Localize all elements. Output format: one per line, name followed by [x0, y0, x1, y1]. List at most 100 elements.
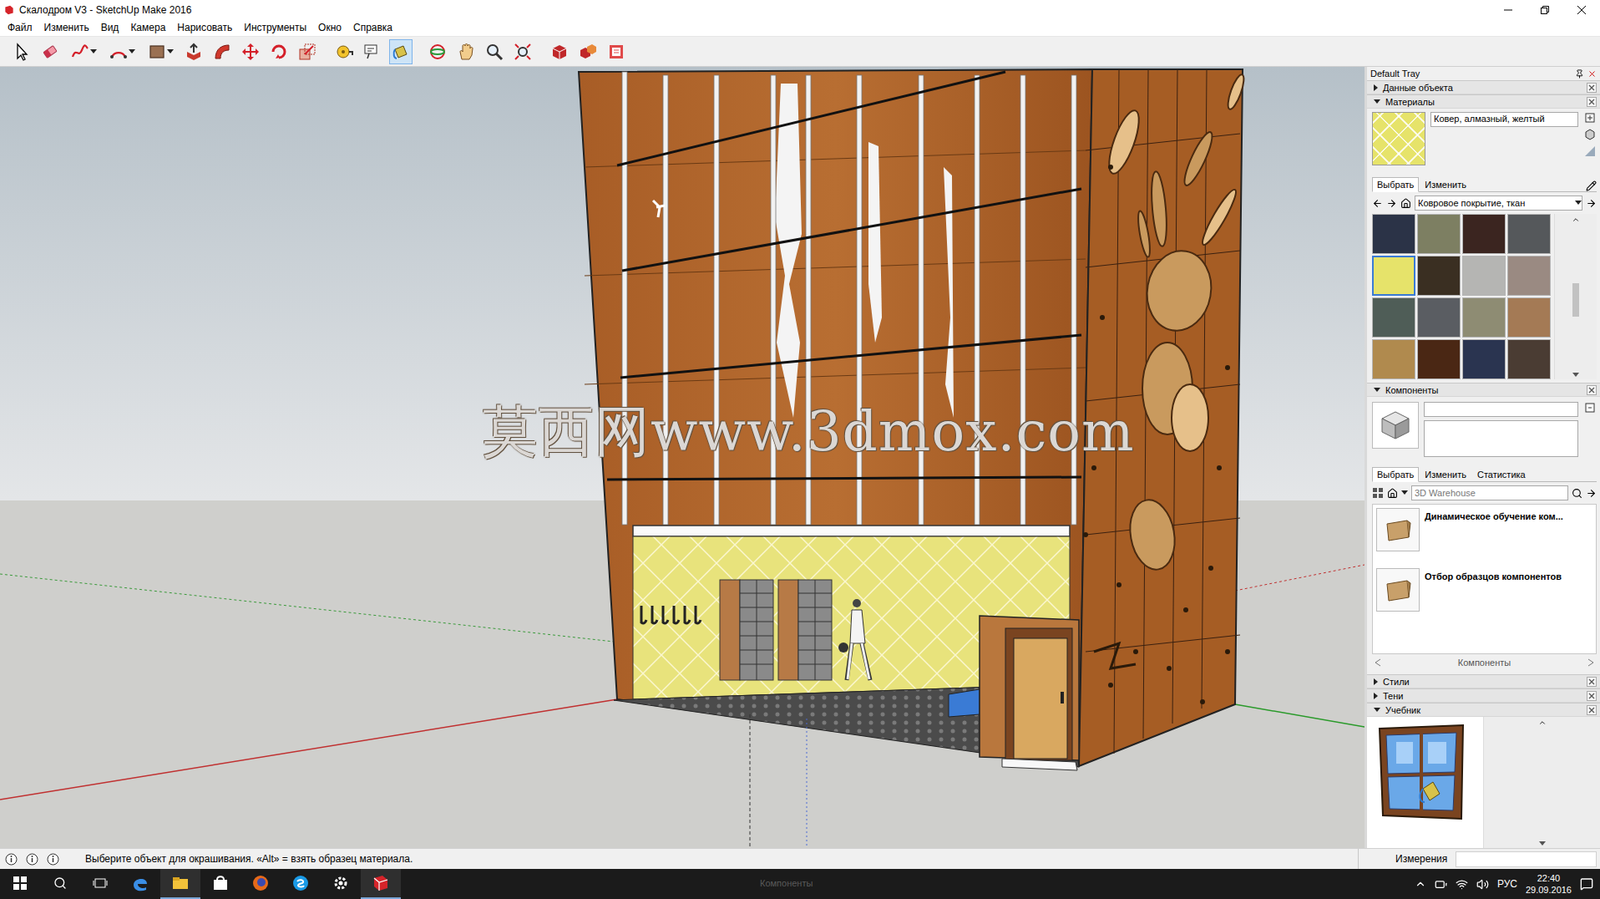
tool-icon[interactable]	[427, 41, 448, 62]
material-swatch[interactable]	[1507, 339, 1551, 380]
tool-icon[interactable]	[268, 41, 289, 62]
tab[interactable]: Изменить	[1419, 466, 1472, 482]
tool-button[interactable]	[604, 39, 628, 65]
language-indicator[interactable]: РУС	[1497, 877, 1518, 890]
app-icon[interactable]	[170, 872, 191, 893]
default-material-icon[interactable]	[1584, 128, 1596, 141]
menu-item[interactable]: Камера	[124, 20, 172, 36]
tool-button[interactable]	[295, 39, 319, 65]
app-icon[interactable]	[370, 872, 391, 893]
dropdown-arrow-icon[interactable]	[167, 49, 174, 55]
tool-icon[interactable]	[549, 41, 570, 62]
tool-button[interactable]	[105, 39, 139, 65]
pin-icon[interactable]	[1574, 69, 1585, 79]
tool-button[interactable]	[511, 39, 535, 65]
tool-icon[interactable]	[297, 41, 318, 62]
status-info-icon[interactable]	[25, 852, 39, 866]
component-description-field[interactable]	[1423, 420, 1579, 457]
scroll-up-icon[interactable]	[1538, 718, 1547, 727]
tool-icon[interactable]	[484, 41, 505, 62]
component-list-item[interactable]: Динамическое обучение ком...	[1376, 507, 1593, 563]
menu-item[interactable]: Вид	[95, 20, 126, 36]
tool-button[interactable]	[182, 39, 206, 65]
swatch-scrollbar[interactable]	[1554, 213, 1597, 380]
tool-icon[interactable]	[362, 41, 383, 62]
dropdown-arrow-icon[interactable]	[1401, 490, 1408, 496]
scroll-thumb[interactable]	[1572, 283, 1580, 317]
entity-info-header[interactable]: Данные объекта	[1367, 80, 1600, 95]
tool-icon[interactable]	[390, 41, 411, 62]
instructor-header[interactable]: Учебник	[1367, 702, 1600, 717]
tool-icon[interactable]	[146, 41, 168, 62]
tool-button[interactable]	[576, 39, 600, 65]
back-icon[interactable]	[1372, 197, 1383, 209]
material-swatch[interactable]	[1462, 339, 1506, 380]
section-close[interactable]	[1586, 704, 1597, 715]
close-icon[interactable]	[1588, 98, 1595, 106]
section-close[interactable]	[1586, 82, 1597, 93]
menu-item[interactable]: Изменить	[38, 20, 96, 36]
tool-icon[interactable]	[334, 41, 355, 62]
dropdown-arrow-icon[interactable]	[1574, 200, 1582, 206]
menu-item[interactable]: Инструменты	[237, 20, 313, 36]
status-info-icon[interactable]	[46, 852, 60, 866]
menu-item[interactable]: Файл	[1, 20, 39, 36]
details-icon[interactable]	[1585, 197, 1597, 209]
search-icon[interactable]	[1571, 487, 1583, 499]
material-swatch[interactable]	[1507, 255, 1551, 296]
close-window-icon[interactable]	[1577, 5, 1586, 15]
components-header[interactable]: Компоненты	[1367, 382, 1600, 397]
material-swatch[interactable]	[1462, 255, 1506, 296]
tool-icon[interactable]	[240, 41, 261, 62]
taskbar-app[interactable]	[360, 868, 401, 899]
tool-icon[interactable]	[40, 41, 61, 62]
search-button[interactable]	[40, 868, 81, 899]
tab[interactable]: Выбрать	[1372, 177, 1419, 193]
view-options-icon[interactable]	[1372, 486, 1384, 499]
close-button[interactable]	[1563, 0, 1600, 21]
tool-button[interactable]	[66, 39, 101, 65]
tray-section-header[interactable]: Тени	[1367, 688, 1600, 703]
tool-button[interactable]	[547, 39, 572, 65]
app-icon[interactable]	[290, 872, 311, 893]
tab[interactable]: Статистика	[1472, 466, 1531, 482]
material-swatch[interactable]	[1462, 213, 1506, 254]
taskbar-app[interactable]	[200, 868, 241, 899]
tool-button[interactable]	[425, 39, 450, 65]
section-close[interactable]	[1586, 676, 1597, 687]
app-icon[interactable]	[210, 872, 231, 893]
tool-button[interactable]	[10, 39, 34, 65]
material-swatch[interactable]	[1462, 297, 1506, 338]
app-icon[interactable]	[130, 872, 151, 893]
forward-icon[interactable]	[1586, 658, 1595, 667]
windows-logo-icon[interactable]	[13, 875, 27, 890]
section-close[interactable]	[1586, 690, 1597, 701]
viewport[interactable]: 莫西网www.3dmox.com	[0, 66, 1365, 848]
restore-icon[interactable]	[1540, 5, 1550, 15]
close-icon[interactable]	[1588, 84, 1595, 92]
home-icon[interactable]	[1387, 487, 1398, 499]
tool-button[interactable]	[210, 39, 234, 65]
material-swatch[interactable]	[1507, 297, 1551, 338]
taskbar-app[interactable]	[320, 868, 361, 899]
volume-icon[interactable]	[1476, 877, 1489, 891]
tool-button[interactable]	[332, 39, 356, 65]
back-icon[interactable]	[1373, 658, 1383, 667]
measurements-field[interactable]	[1455, 850, 1597, 867]
tool-icon[interactable]	[577, 41, 598, 62]
home-icon[interactable]	[1400, 197, 1412, 209]
create-material-icon[interactable]	[1584, 111, 1596, 124]
materials-header[interactable]: Материалы	[1367, 94, 1600, 109]
menu-item[interactable]: Нарисовать	[171, 20, 238, 36]
tool-button[interactable]	[238, 39, 263, 65]
battery-icon[interactable]	[1434, 877, 1448, 891]
tool-icon[interactable]	[108, 41, 129, 62]
tool-button[interactable]	[454, 39, 478, 65]
close-icon[interactable]	[1587, 69, 1597, 79]
material-swatch[interactable]	[1372, 213, 1416, 254]
network-icon[interactable]	[1455, 877, 1469, 891]
tool-icon[interactable]	[183, 41, 204, 62]
minimize-button[interactable]	[1489, 0, 1527, 21]
dropdown-arrow-icon[interactable]	[90, 49, 97, 55]
taskbar-app[interactable]	[280, 868, 321, 899]
